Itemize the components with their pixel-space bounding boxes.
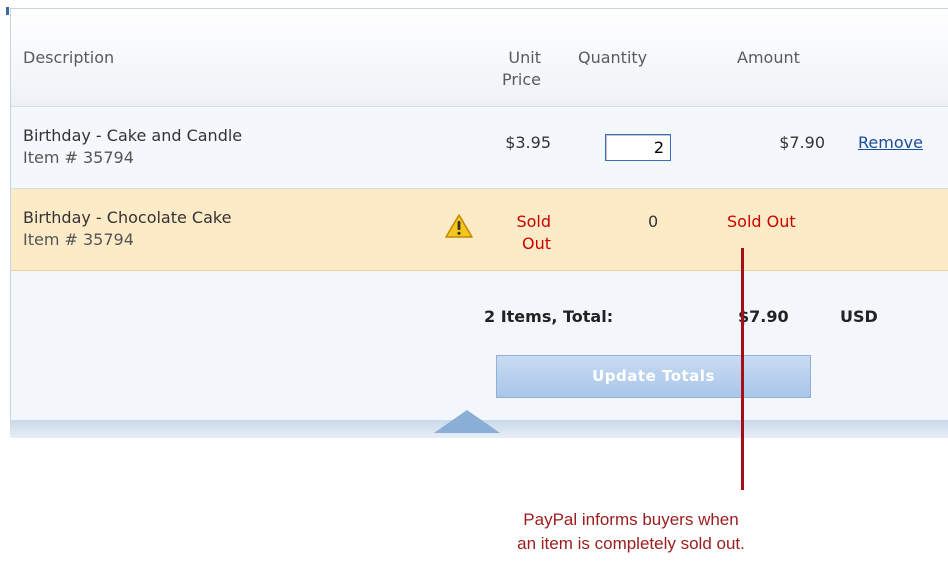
sold-out-line2: Out (521, 234, 551, 253)
remove-item-link[interactable]: Remove (858, 132, 923, 154)
callout-line1: PayPal informs buyers when (523, 510, 739, 529)
sold-out-line1: Sold (516, 212, 551, 231)
callout-line2: an item is completely sold out. (517, 534, 745, 553)
item-name: Birthday - Cake and Candle (23, 126, 243, 145)
cart-header-row: Description Unit Price Quantity Amount (11, 9, 948, 107)
totals-currency: USD (840, 307, 878, 326)
callout-text: PayPal informs buyers when an item is co… (431, 508, 831, 556)
callout-line (741, 248, 744, 490)
totals-amount: $7.90 (738, 307, 789, 326)
item-description: Birthday - Cake and Candle Item # 35794 (23, 125, 242, 169)
totals-label: 2 Items, Total: (484, 307, 614, 326)
cart-corner-mark (6, 7, 9, 15)
item-sku: Item # 35794 (23, 148, 134, 167)
item-quantity: 0 (648, 212, 659, 231)
item-sku: Item # 35794 (23, 230, 134, 249)
quantity-input[interactable] (605, 134, 671, 161)
update-totals-button[interactable]: Update Totals (496, 355, 811, 398)
cart-item-row-sold-out: Birthday - Chocolate Cake Item # 35794 S… (11, 189, 948, 271)
header-unit-price-line2: Price (501, 70, 541, 89)
header-unit-price: Unit Price (481, 47, 541, 91)
item-unit-price: $3.95 (505, 133, 551, 152)
item-description: Birthday - Chocolate Cake Item # 35794 (23, 207, 231, 251)
header-quantity: Quantity (578, 48, 648, 67)
collapse-arrow-icon[interactable] (434, 410, 500, 433)
cart-item-row: Birthday - Cake and Candle Item # 35794 … (11, 107, 948, 189)
item-unit-price-sold-out: Sold Out (481, 211, 551, 255)
item-amount: $7.90 (779, 133, 825, 152)
header-unit-price-line1: Unit (508, 48, 541, 67)
header-amount: Amount (737, 48, 800, 67)
header-description: Description (23, 48, 115, 67)
warning-icon (445, 214, 473, 238)
item-name: Birthday - Chocolate Cake (23, 208, 232, 227)
item-amount-sold-out: Sold Out (727, 212, 796, 231)
